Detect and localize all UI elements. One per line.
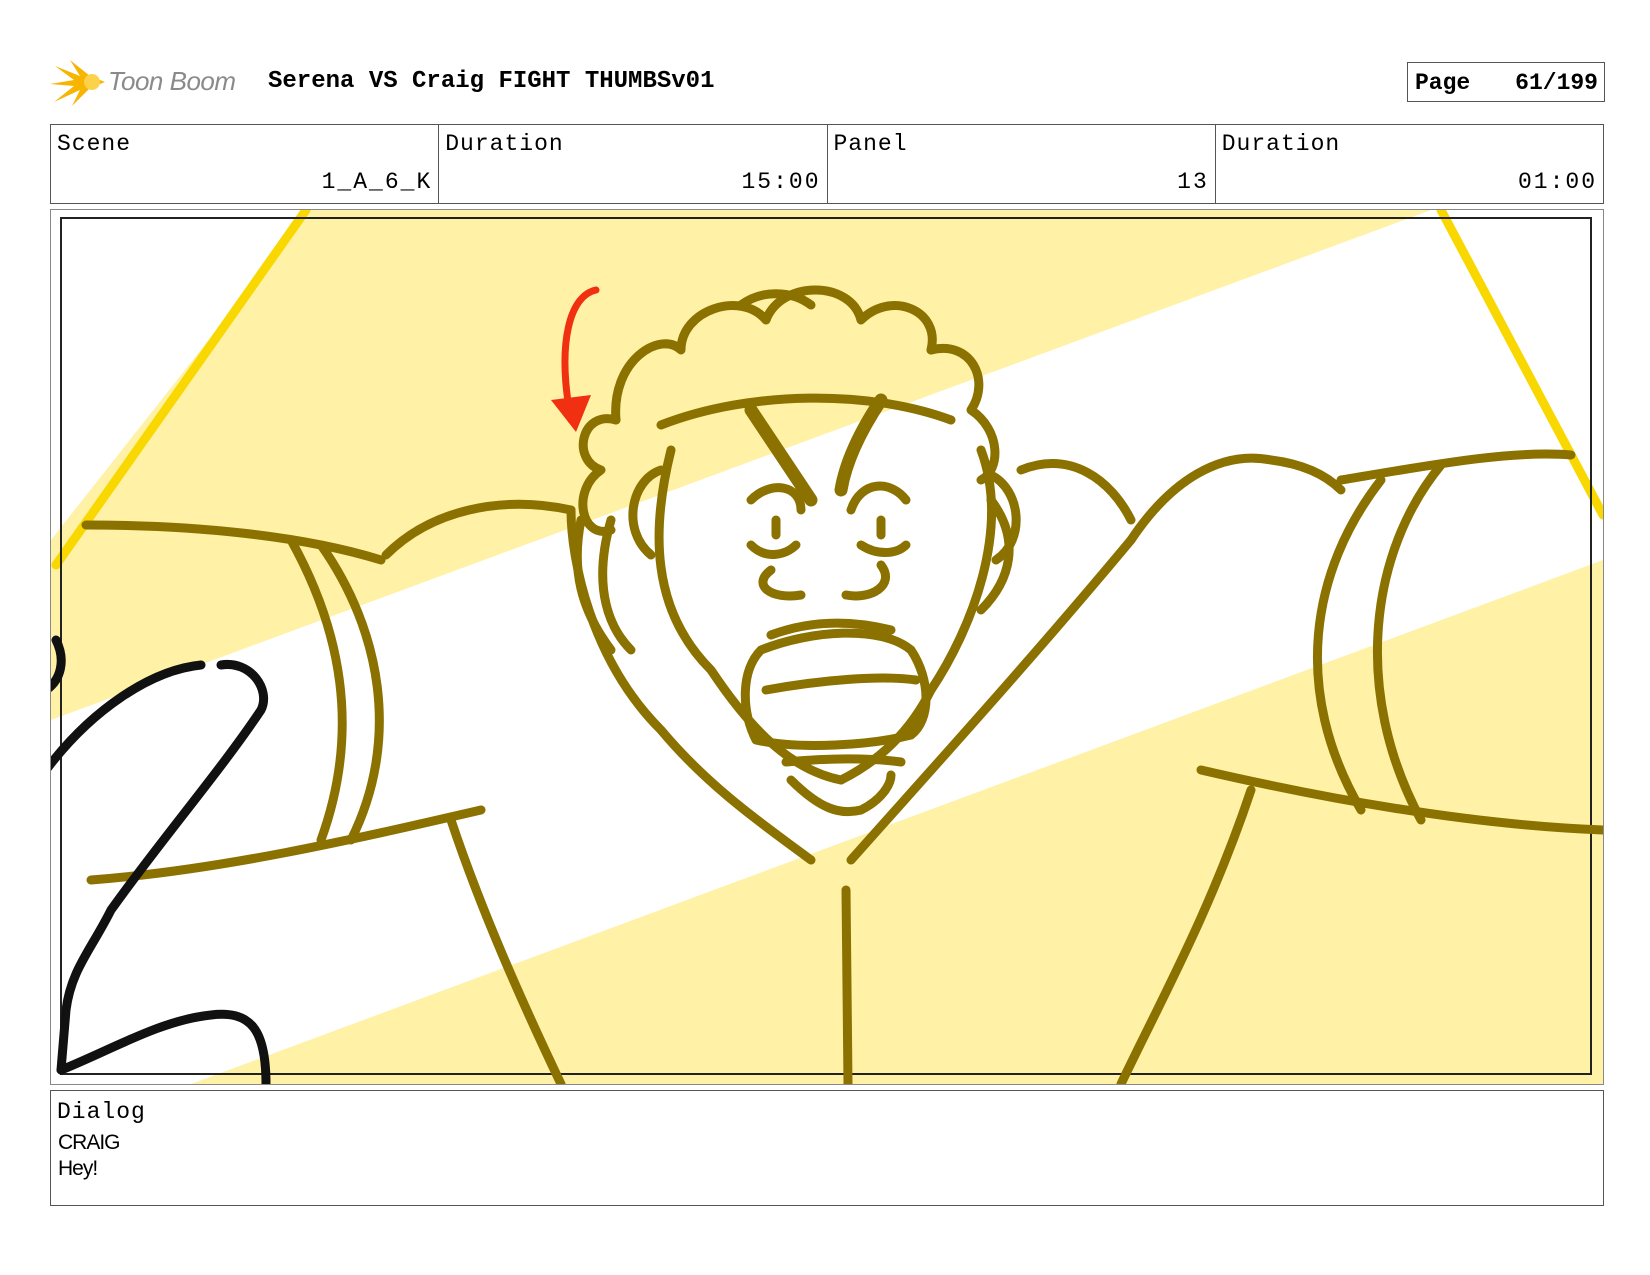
scene-cell: Scene 1_A_6_K — [51, 125, 440, 203]
panel-duration-cell: Duration 01:00 — [1216, 125, 1603, 203]
document-title: Serena VS Craig FIGHT THUMBSv01 — [268, 68, 715, 95]
panel-label: Panel — [833, 131, 908, 157]
page-header: Toon Boom Serena VS Craig FIGHT THUMBSv0… — [50, 56, 1605, 112]
scene-duration-cell: Duration 15:00 — [439, 125, 828, 203]
panel-sketch — [51, 210, 1603, 1084]
scene-label: Scene — [57, 131, 132, 157]
logo-text: Toon Boom — [108, 66, 236, 96]
dialog-speaker: CRAIG — [58, 1131, 121, 1154]
scene-info-table: Scene 1_A_6_K Duration 15:00 Panel 13 Du… — [50, 124, 1604, 204]
storyboard-panel — [50, 209, 1604, 1085]
page-value: 61/199 — [1515, 70, 1598, 96]
page-label: Page — [1415, 70, 1471, 96]
dialog-label: Dialog — [57, 1099, 146, 1125]
dialog-line: Hey! — [58, 1157, 98, 1180]
panel-value: 13 — [1177, 169, 1209, 195]
toon-boom-logo: Toon Boom — [50, 56, 250, 112]
panel-duration-value: 01:00 — [1517, 169, 1597, 195]
scene-value: 1_A_6_K — [321, 169, 433, 195]
panel-duration-label: Duration — [1221, 131, 1341, 157]
page-counter: Page 61/199 — [1407, 62, 1605, 102]
scene-duration-value: 15:00 — [741, 169, 821, 195]
scene-duration-label: Duration — [445, 131, 564, 157]
dialog-box: Dialog CRAIG Hey! — [50, 1090, 1604, 1206]
panel-cell: Panel 13 — [828, 125, 1216, 203]
starburst-logo-icon — [50, 60, 105, 106]
